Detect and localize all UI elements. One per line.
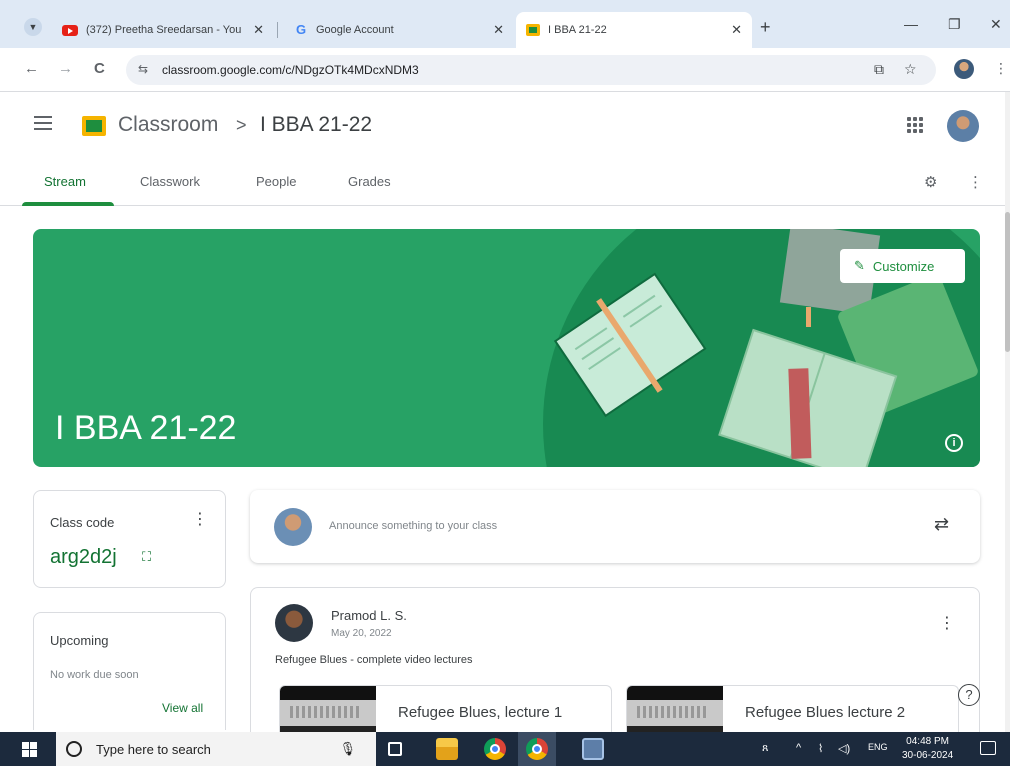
class-code-label: Class code (50, 515, 115, 530)
volume-icon[interactable]: ◁) (838, 742, 850, 755)
tab-close-icon[interactable]: ✕ (493, 22, 504, 38)
stream-post: Pramod L. S. May 20, 2022 ⋮ Refugee Blue… (250, 587, 980, 733)
tab-title: Google Account (316, 24, 394, 36)
customize-label: Customize (872, 258, 935, 274)
page-scrollbar[interactable] (1005, 92, 1010, 732)
class-banner: I BBA 21-22 ✎ Customize i (33, 229, 980, 467)
announce-box[interactable]: Announce something to your class ⇄ (250, 490, 980, 563)
clock-time: 04:48 PM (906, 736, 949, 747)
clock-date: 30-06-2024 (902, 750, 954, 761)
help-icon[interactable]: ? (958, 684, 980, 706)
upcoming-empty-text: No work due soon (50, 669, 139, 681)
chrome-icon[interactable] (484, 738, 506, 760)
attachment-card[interactable]: Refugee Blues, lecture 1 (279, 685, 612, 733)
pencil-icon: ✎ (854, 258, 865, 273)
gear-icon[interactable]: ⚙ (924, 173, 937, 191)
tab-divider (277, 22, 278, 38)
people-icon[interactable]: ጸ (762, 742, 768, 755)
language-indicator[interactable]: ENG (868, 742, 888, 752)
star-icon[interactable]: ☆ (904, 61, 917, 78)
browser-tab-google-account[interactable]: G Google Account ✕ (284, 12, 514, 48)
account-avatar[interactable] (947, 110, 979, 142)
user-avatar (274, 508, 312, 546)
tab-close-icon[interactable]: ✕ (731, 22, 742, 38)
post-date: May 20, 2022 (331, 628, 392, 639)
tab-stream[interactable]: Stream (44, 174, 86, 189)
class-code-card: Class code ⋮ arg2d2j ⛶ (33, 490, 226, 588)
search-icon (66, 741, 82, 757)
back-icon[interactable]: ← (24, 60, 39, 77)
customize-button[interactable]: ✎ Customize (840, 249, 965, 283)
video-thumbnail (627, 686, 723, 733)
tab-grades[interactable]: Grades (348, 174, 391, 189)
banner-class-title: I BBA 21-22 (55, 409, 237, 447)
cast-icon[interactable]: ⧉ (874, 61, 884, 78)
attachment-title: Refugee Blues, lecture 1 (398, 704, 563, 721)
chevron-up-icon[interactable]: ^ (796, 742, 801, 754)
task-view-icon[interactable] (388, 742, 402, 756)
video-thumbnail (280, 686, 376, 733)
classroom-logo-icon[interactable] (82, 116, 106, 136)
announce-placeholder[interactable]: Announce something to your class (329, 520, 497, 532)
google-icon: G (295, 22, 307, 37)
app-name[interactable]: Classroom (118, 113, 218, 137)
url-text[interactable]: classroom.google.com/c/NDgzOTk4MDcxNDM3 (162, 63, 419, 77)
forward-icon[interactable]: → (58, 60, 73, 77)
network-icon[interactable]: ⌇ (818, 742, 823, 755)
taskbar-clock[interactable]: 04:48 PM 30-06-2024 (902, 735, 953, 763)
address-bar[interactable]: ⇆ classroom.google.com/c/NDgzOTk4MDcxNDM… (126, 55, 936, 85)
attachment-card[interactable]: Refugee Blues lecture 2 (626, 685, 959, 733)
maximize-button[interactable]: ❐ (948, 16, 961, 33)
browser-tab-youtube[interactable]: (372) Preetha Sreedarsan - You ✕ (52, 12, 274, 48)
attachment-title: Refugee Blues lecture 2 (745, 704, 906, 721)
file-explorer-icon[interactable] (436, 738, 458, 760)
tab-title: (372) Preetha Sreedarsan - You (86, 24, 242, 36)
browser-tab-strip: ▼ (372) Preetha Sreedarsan - You ✕ G Goo… (0, 0, 1010, 48)
author-avatar (275, 604, 313, 642)
repost-icon[interactable]: ⇄ (934, 514, 949, 535)
tab-search-chevron-down-icon[interactable]: ▼ (24, 18, 42, 36)
taskbar-search-input[interactable]: Type here to search 🎙 (56, 732, 376, 766)
post-author: Pramod L. S. (331, 608, 407, 623)
youtube-icon (62, 24, 78, 36)
hamburger-icon[interactable] (34, 116, 52, 130)
more-vert-icon[interactable]: ⋮ (968, 173, 983, 191)
upcoming-card: Upcoming No work due soon View all (33, 612, 226, 730)
minimize-button[interactable]: — (904, 16, 918, 32)
chrome-icon[interactable] (526, 738, 548, 760)
browser-profile-avatar[interactable] (954, 59, 974, 79)
breadcrumb-separator: > (236, 115, 247, 135)
windows-taskbar: Type here to search 🎙 ጸ ^ ⌇ ◁) ENG 04:48… (0, 732, 1010, 766)
upcoming-title: Upcoming (50, 633, 109, 648)
info-icon[interactable]: i (945, 434, 963, 452)
classroom-icon (526, 24, 540, 36)
tab-people[interactable]: People (256, 174, 296, 189)
app-icon[interactable] (582, 738, 604, 760)
tab-close-icon[interactable]: ✕ (253, 22, 264, 38)
tab-classwork[interactable]: Classwork (140, 174, 200, 189)
search-placeholder: Type here to search (96, 741, 211, 757)
browser-toolbar: ← → C ⇆ classroom.google.com/c/NDgzOTk4M… (0, 48, 1010, 92)
reload-icon[interactable]: C (94, 60, 105, 77)
notification-icon[interactable] (980, 741, 996, 755)
apps-icon[interactable] (907, 117, 923, 133)
windows-icon[interactable] (22, 742, 37, 757)
view-all-link[interactable]: View all (162, 701, 203, 715)
class-tabs: Stream Classwork People Grades (0, 160, 1005, 206)
breadcrumb-class-name: I BBA 21-22 (260, 113, 373, 136)
expand-icon[interactable]: ⛶ (142, 549, 151, 565)
class-code-more-icon[interactable]: ⋮ (192, 509, 208, 529)
new-tab-button[interactable]: + (760, 17, 771, 38)
close-window-button[interactable]: ✕ (990, 16, 1002, 33)
class-code-value: arg2d2j (50, 546, 117, 568)
active-tab-indicator (22, 202, 114, 206)
site-settings-icon[interactable]: ⇆ (138, 62, 148, 76)
post-text: Refugee Blues - complete video lectures (275, 654, 473, 666)
post-more-icon[interactable]: ⋮ (939, 613, 955, 633)
browser-menu-icon[interactable]: ⋮ (994, 60, 1008, 77)
tab-title: I BBA 21-22 (548, 24, 607, 36)
browser-tab-classroom[interactable]: I BBA 21-22 ✕ (516, 12, 752, 48)
mic-icon[interactable]: 🎙 (339, 741, 356, 757)
